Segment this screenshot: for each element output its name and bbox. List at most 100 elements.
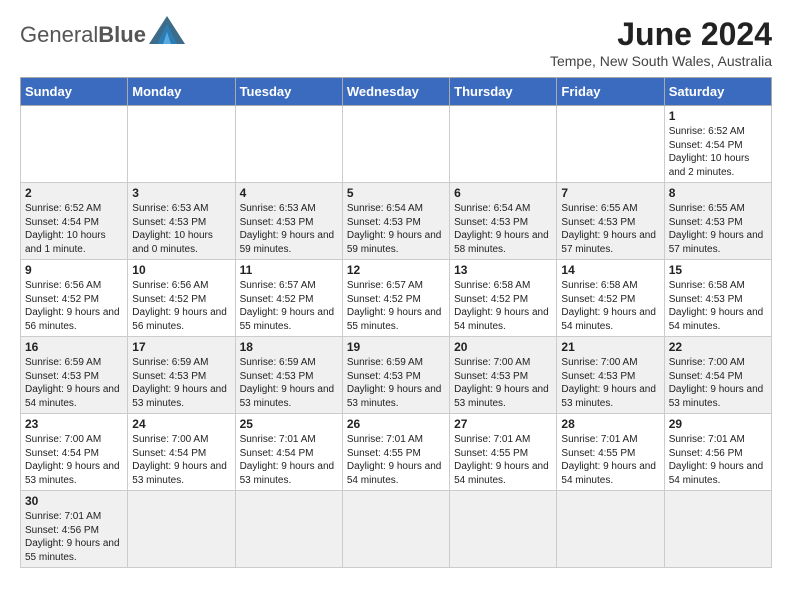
- day-number: 18: [240, 340, 338, 354]
- day-info: Sunrise: 7:01 AM Sunset: 4:55 PM Dayligh…: [454, 433, 552, 487]
- day-cell: 12 Sunrise: 6:57 AM Sunset: 4:52 PM Dayli…: [342, 260, 449, 337]
- day-info: Sunrise: 7:00 AM Sunset: 4:54 PM Dayligh…: [669, 356, 767, 410]
- weekday-header-sunday: Sunday: [21, 78, 128, 106]
- day-info: Sunrise: 6:58 AM Sunset: 4:52 PM Dayligh…: [561, 279, 659, 333]
- weekday-header-tuesday: Tuesday: [235, 78, 342, 106]
- day-info: Sunrise: 6:58 AM Sunset: 4:53 PM Dayligh…: [669, 279, 767, 333]
- day-cell: [557, 491, 664, 568]
- day-cell: 9Sunrise: 6:56 AM Sunset: 4:52 PM Daylig…: [21, 260, 128, 337]
- day-info: Sunrise: 6:55 AM Sunset: 4:53 PM Dayligh…: [561, 202, 659, 256]
- weekday-header-wednesday: Wednesday: [342, 78, 449, 106]
- day-cell: 1 Sunrise: 6:52 AM Sunset: 4:54 PM Daylig…: [664, 106, 771, 183]
- day-number: 19: [347, 340, 445, 354]
- day-number: 30: [25, 494, 123, 508]
- day-number: 29: [669, 417, 767, 431]
- weekday-header-monday: Monday: [128, 78, 235, 106]
- day-number: 12: [347, 263, 445, 277]
- day-info: Sunrise: 7:00 AM Sunset: 4:54 PM Dayligh…: [25, 433, 123, 487]
- day-number: 24: [132, 417, 230, 431]
- day-number: 21: [561, 340, 659, 354]
- page-header: General Blue June 2024 Tempe, New South …: [20, 16, 772, 69]
- month-title: June 2024: [550, 16, 772, 53]
- day-info: Sunrise: 6:57 AM Sunset: 4:52 PM Dayligh…: [347, 279, 445, 333]
- day-info: Sunrise: 7:01 AM Sunset: 4:56 PM Dayligh…: [669, 433, 767, 487]
- day-info: Sunrise: 6:54 AM Sunset: 4:53 PM Dayligh…: [454, 202, 552, 256]
- week-row-1: 1 Sunrise: 6:52 AM Sunset: 4:54 PM Daylig…: [21, 106, 772, 183]
- day-info: Sunrise: 7:00 AM Sunset: 4:54 PM Dayligh…: [132, 433, 230, 487]
- day-cell: 6 Sunrise: 6:54 AM Sunset: 4:53 PM Daylig…: [450, 183, 557, 260]
- day-cell: 21 Sunrise: 7:00 AM Sunset: 4:53 PM Dayli…: [557, 337, 664, 414]
- day-number: 1: [669, 109, 767, 123]
- day-cell: 3Sunrise: 6:53 AM Sunset: 4:53 PM Daylig…: [128, 183, 235, 260]
- day-cell: 18 Sunrise: 6:59 AM Sunset: 4:53 PM Dayli…: [235, 337, 342, 414]
- day-info: Sunrise: 7:00 AM Sunset: 4:53 PM Dayligh…: [561, 356, 659, 410]
- location-subtitle: Tempe, New South Wales, Australia: [550, 53, 772, 69]
- day-info: Sunrise: 6:54 AM Sunset: 4:53 PM Dayligh…: [347, 202, 445, 256]
- day-cell: 24 Sunrise: 7:00 AM Sunset: 4:54 PM Dayli…: [128, 414, 235, 491]
- day-info: Sunrise: 7:00 AM Sunset: 4:53 PM Dayligh…: [454, 356, 552, 410]
- day-number: 27: [454, 417, 552, 431]
- day-info: Sunrise: 6:55 AM Sunset: 4:53 PM Dayligh…: [669, 202, 767, 256]
- week-row-2: 2Sunrise: 6:52 AM Sunset: 4:54 PM Daylig…: [21, 183, 772, 260]
- day-cell: 25Sunrise: 7:01 AM Sunset: 4:54 PM Dayli…: [235, 414, 342, 491]
- day-info: Sunrise: 6:59 AM Sunset: 4:53 PM Dayligh…: [132, 356, 230, 410]
- weekday-header-saturday: Saturday: [664, 78, 771, 106]
- logo-blue-text: Blue: [98, 24, 146, 46]
- day-number: 4: [240, 186, 338, 200]
- day-cell: 5 Sunrise: 6:54 AM Sunset: 4:53 PM Daylig…: [342, 183, 449, 260]
- day-cell: [557, 106, 664, 183]
- day-number: 15: [669, 263, 767, 277]
- day-number: 14: [561, 263, 659, 277]
- day-number: 2: [25, 186, 123, 200]
- day-cell: 23Sunrise: 7:00 AM Sunset: 4:54 PM Dayli…: [21, 414, 128, 491]
- day-cell: 27 Sunrise: 7:01 AM Sunset: 4:55 PM Dayli…: [450, 414, 557, 491]
- day-number: 10: [132, 263, 230, 277]
- day-cell: 10 Sunrise: 6:56 AM Sunset: 4:52 PM Dayli…: [128, 260, 235, 337]
- week-row-3: 9 Sunrise: 6:56 AM Sunset: 4:52 PM Daylig…: [21, 260, 772, 337]
- day-info: Sunrise: 7:01 AM Sunset: 4:54 PM Dayligh…: [240, 433, 338, 487]
- day-number: 13: [454, 263, 552, 277]
- day-cell: 28Sunrise: 7:01 AM Sunset: 4:55 PM Dayli…: [557, 414, 664, 491]
- week-row-6: 30 Sunrise: 7:01 AM Sunset: 4:56 PM Dayli…: [21, 491, 772, 568]
- day-cell: 16Sunrise: 6:59 AM Sunset: 4:53 PM Dayli…: [21, 337, 128, 414]
- day-info: Sunrise: 7:01 AM Sunset: 4:55 PM Dayligh…: [561, 433, 659, 487]
- logo-general-text: General: [20, 24, 98, 46]
- weekday-header-thursday: Thursday: [450, 78, 557, 106]
- day-number: 17: [132, 340, 230, 354]
- day-cell: 17 Sunrise: 6:59 AM Sunset: 4:53 PM Dayli…: [128, 337, 235, 414]
- day-cell: [450, 106, 557, 183]
- logo-icon: [149, 16, 185, 44]
- day-cell: 29 Sunrise: 7:01 AM Sunset: 4:56 PM Dayli…: [664, 414, 771, 491]
- day-cell: 4Sunrise: 6:53 AM Sunset: 4:53 PM Daylig…: [235, 183, 342, 260]
- day-cell: 2Sunrise: 6:52 AM Sunset: 4:54 PM Daylig…: [21, 183, 128, 260]
- day-cell: 8 Sunrise: 6:55 AM Sunset: 4:53 PM Daylig…: [664, 183, 771, 260]
- day-info: Sunrise: 6:59 AM Sunset: 4:53 PM Dayligh…: [240, 356, 338, 410]
- day-cell: [342, 106, 449, 183]
- day-info: Sunrise: 6:52 AM Sunset: 4:54 PM Dayligh…: [669, 125, 767, 179]
- day-cell: 15 Sunrise: 6:58 AM Sunset: 4:53 PM Dayli…: [664, 260, 771, 337]
- logo: General Blue: [20, 16, 185, 46]
- day-number: 5: [347, 186, 445, 200]
- day-cell: [21, 106, 128, 183]
- weekday-header-row: SundayMondayTuesdayWednesdayThursdayFrid…: [21, 78, 772, 106]
- day-info: Sunrise: 7:01 AM Sunset: 4:56 PM Dayligh…: [25, 510, 123, 564]
- day-cell: 13 Sunrise: 6:58 AM Sunset: 4:52 PM Dayli…: [450, 260, 557, 337]
- day-number: 20: [454, 340, 552, 354]
- day-number: 11: [240, 263, 338, 277]
- day-number: 16: [25, 340, 123, 354]
- day-info: Sunrise: 7:01 AM Sunset: 4:55 PM Dayligh…: [347, 433, 445, 487]
- day-number: 26: [347, 417, 445, 431]
- day-cell: 11 Sunrise: 6:57 AM Sunset: 4:52 PM Dayli…: [235, 260, 342, 337]
- day-number: 7: [561, 186, 659, 200]
- day-cell: 7 Sunrise: 6:55 AM Sunset: 4:53 PM Daylig…: [557, 183, 664, 260]
- day-number: 9: [25, 263, 123, 277]
- day-info: Sunrise: 6:57 AM Sunset: 4:52 PM Dayligh…: [240, 279, 338, 333]
- day-number: 8: [669, 186, 767, 200]
- day-number: 22: [669, 340, 767, 354]
- day-info: Sunrise: 6:58 AM Sunset: 4:52 PM Dayligh…: [454, 279, 552, 333]
- day-cell: 14 Sunrise: 6:58 AM Sunset: 4:52 PM Dayli…: [557, 260, 664, 337]
- day-cell: [450, 491, 557, 568]
- day-info: Sunrise: 6:59 AM Sunset: 4:53 PM Dayligh…: [347, 356, 445, 410]
- day-number: 6: [454, 186, 552, 200]
- day-info: Sunrise: 6:56 AM Sunset: 4:52 PM Dayligh…: [132, 279, 230, 333]
